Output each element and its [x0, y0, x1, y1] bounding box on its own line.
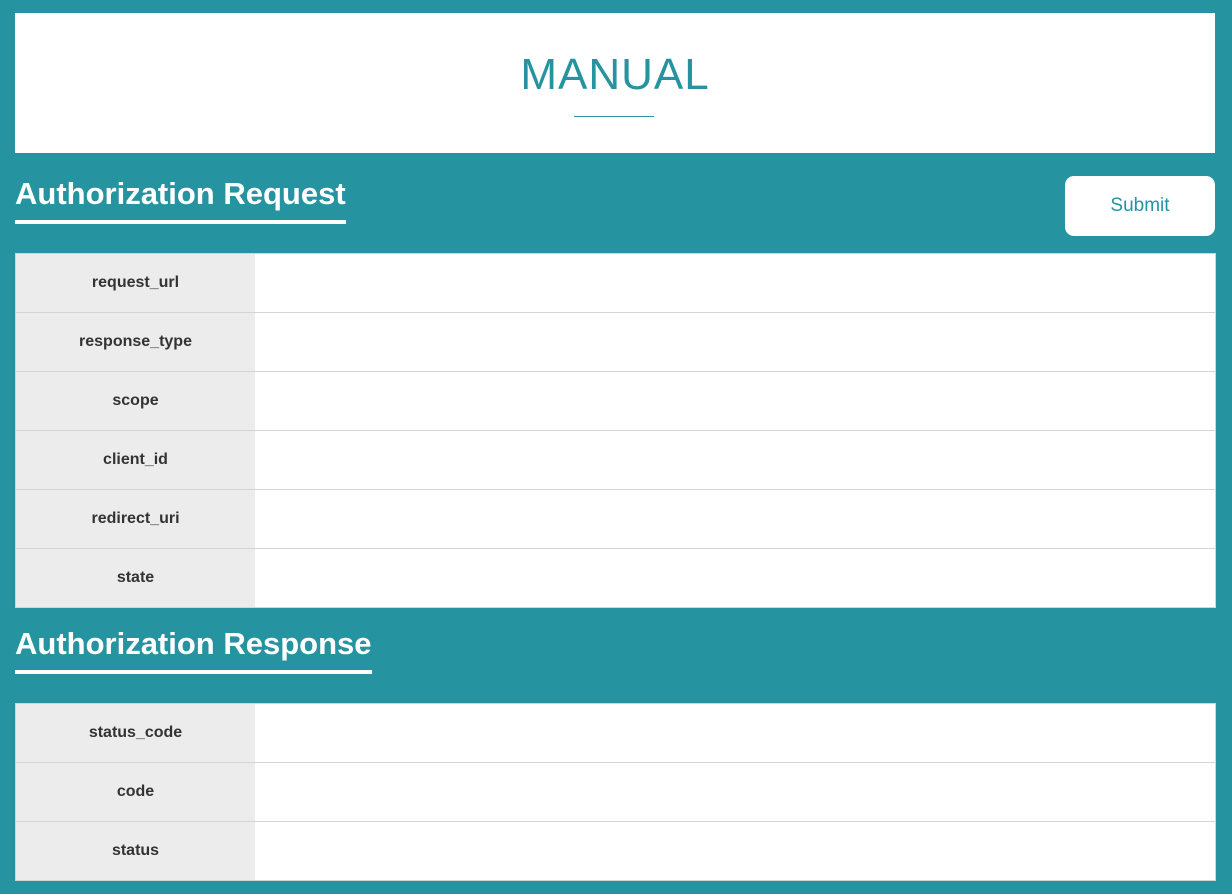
field-row-redirect-uri: redirect_uri: [16, 490, 1215, 549]
field-row-code: code: [16, 763, 1215, 822]
authorization-response-table: status_code code status: [15, 703, 1216, 881]
status-input[interactable]: [255, 822, 1215, 880]
field-label: code: [16, 763, 255, 821]
submit-button[interactable]: Submit: [1065, 176, 1215, 236]
field-label: status: [16, 822, 255, 880]
field-label: status_code: [16, 704, 255, 762]
code-input[interactable]: [255, 763, 1215, 821]
field-label: scope: [16, 372, 255, 430]
field-row-request-url: request_url: [16, 254, 1215, 313]
status-code-input[interactable]: [255, 704, 1215, 762]
field-label: redirect_uri: [16, 490, 255, 548]
page-header: MANUAL: [15, 13, 1215, 153]
request-url-input[interactable]: [255, 254, 1215, 312]
client-id-input[interactable]: [255, 431, 1215, 489]
field-label: state: [16, 549, 255, 607]
field-row-status-code: status_code: [16, 704, 1215, 763]
field-row-status: status: [16, 822, 1215, 880]
authorization-request-heading: Authorization Request: [15, 177, 346, 224]
field-label: response_type: [16, 313, 255, 371]
title-underline: [574, 116, 654, 117]
redirect-uri-input[interactable]: [255, 490, 1215, 548]
field-row-state: state: [16, 549, 1215, 607]
field-row-scope: scope: [16, 372, 1215, 431]
response-type-input[interactable]: [255, 313, 1215, 371]
scope-input[interactable]: [255, 372, 1215, 430]
page-title: MANUAL: [520, 50, 710, 99]
field-row-response-type: response_type: [16, 313, 1215, 372]
authorization-response-heading: Authorization Response: [15, 627, 372, 674]
field-label: request_url: [16, 254, 255, 312]
authorization-request-table: request_url response_type scope client_i…: [15, 253, 1216, 608]
state-input[interactable]: [255, 549, 1215, 607]
field-row-client-id: client_id: [16, 431, 1215, 490]
field-label: client_id: [16, 431, 255, 489]
